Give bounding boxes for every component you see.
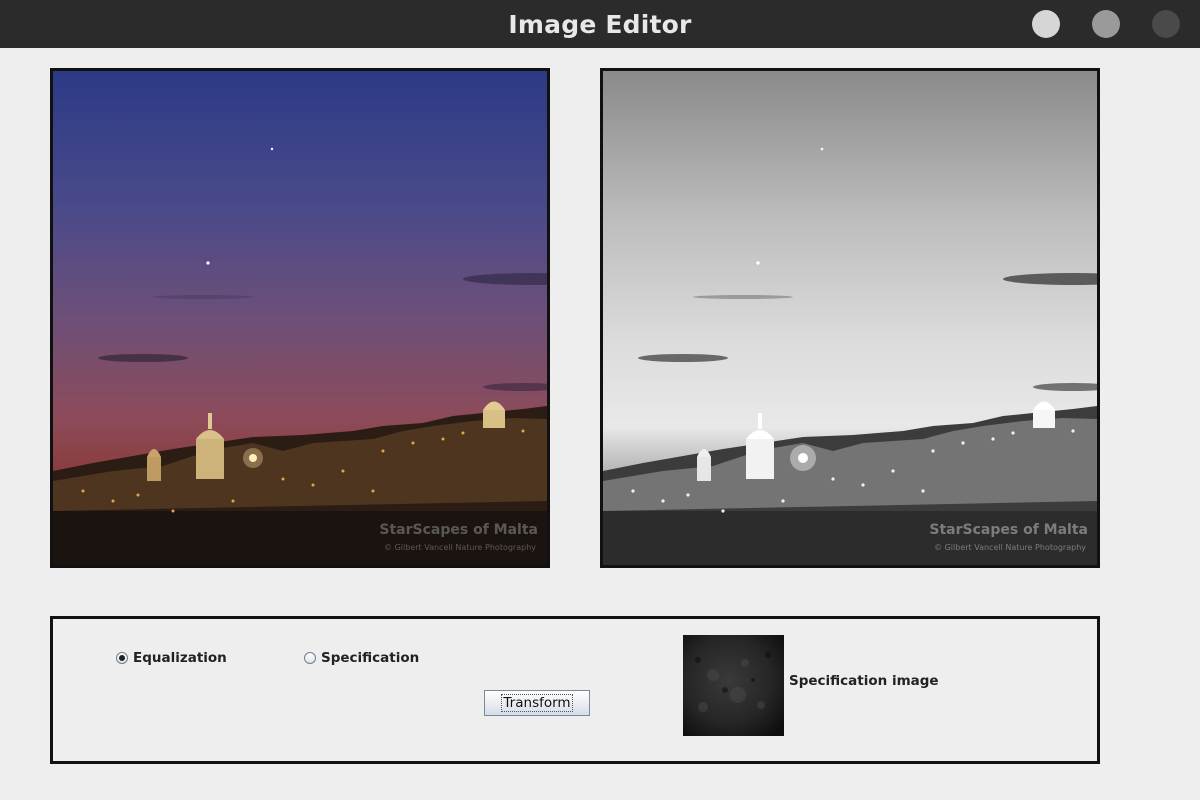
controls-panel: Equalization Specification Transform Spe… — [50, 616, 1100, 764]
maximize-window-button[interactable] — [1092, 10, 1120, 38]
specification-label: Specification — [321, 650, 420, 666]
original-watermark-credit: © Gilbert Vancell Nature Photography — [384, 543, 536, 552]
transformed-image: StarScapes of Malta © Gilbert Vancell Na… — [600, 68, 1100, 568]
close-window-button[interactable] — [1032, 10, 1060, 38]
equalization-radio-option[interactable]: Equalization — [116, 649, 227, 667]
transform-button-label: Transform — [501, 694, 573, 712]
minimize-window-button[interactable] — [1152, 10, 1180, 38]
transformed-watermark-title: StarScapes of Malta — [929, 522, 1088, 538]
specification-radio-option[interactable]: Specification — [304, 649, 419, 667]
specification-radio[interactable] — [304, 652, 316, 664]
transform-button[interactable]: Transform — [484, 690, 590, 716]
specification-image-thumbnail[interactable] — [683, 635, 784, 736]
specification-image-label: Specification image — [789, 673, 939, 689]
title-bar: Image Editor — [0, 0, 1200, 48]
original-watermark-title: StarScapes of Malta — [379, 522, 538, 538]
original-image: StarScapes of Malta © Gilbert Vancell Na… — [50, 68, 550, 568]
equalization-radio[interactable] — [116, 652, 128, 664]
transformed-watermark-credit: © Gilbert Vancell Nature Photography — [934, 543, 1086, 552]
equalization-label: Equalization — [133, 650, 227, 666]
window-title: Image Editor — [508, 10, 692, 39]
